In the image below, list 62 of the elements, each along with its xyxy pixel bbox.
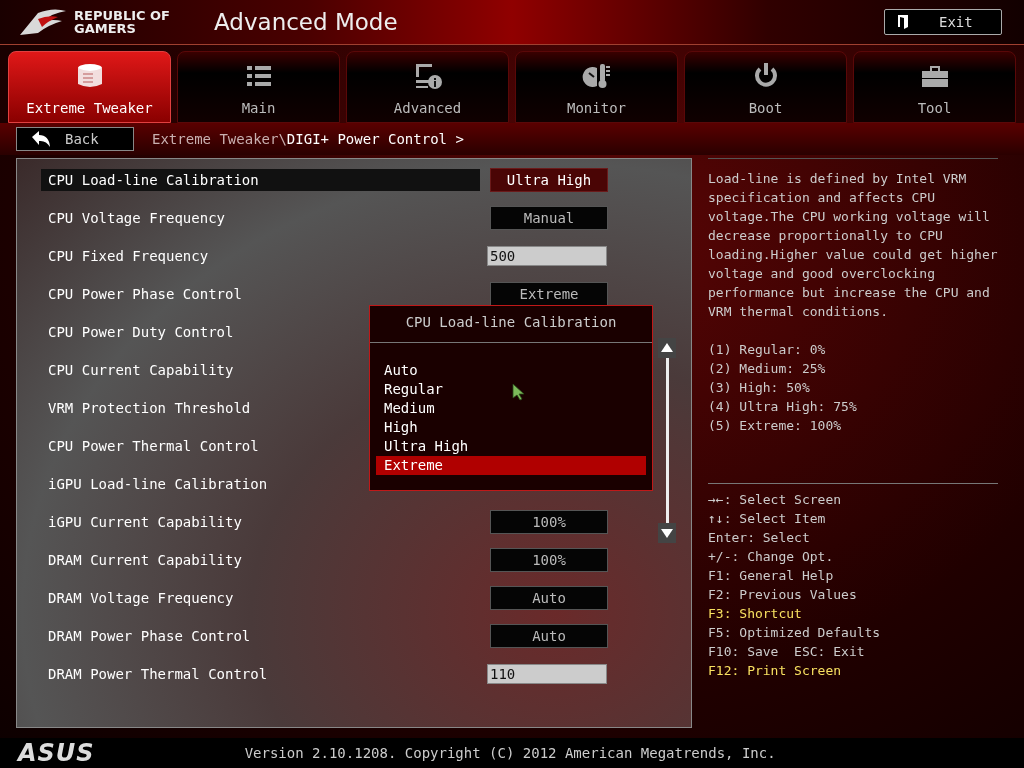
exit-button[interactable]: Exit [884, 9, 1002, 35]
tab[interactable]: Boot [684, 51, 847, 123]
setting-label[interactable]: iGPU Current Capability [41, 511, 480, 533]
input-field[interactable]: 500 [487, 246, 607, 266]
key-hint: +/-: Change Opt. [708, 548, 835, 566]
option-value[interactable]: 100% [490, 510, 608, 534]
setting-label[interactable]: DRAM Power Thermal Control [41, 663, 480, 685]
option-value[interactable]: Auto [490, 586, 608, 610]
version-text: Version 2.10.1208. Copyright (C) 2012 American Megatrends, Inc. [244, 745, 776, 761]
option-value[interactable]: Manual [490, 206, 608, 230]
key-hint: F10: Save ESC: Exit [708, 643, 866, 661]
option-item[interactable]: Ultra High [376, 437, 646, 456]
key-hint: F2: Previous Values [708, 586, 858, 604]
option-item[interactable]: Extreme [376, 456, 646, 475]
key-hint: F3: Shortcut [708, 605, 803, 623]
popup-title: CPU Load-line Calibration [370, 306, 652, 343]
help-text: (1) Regular: 0% [708, 341, 827, 359]
help-text: (5) Extreme: 100% [708, 417, 843, 435]
breadcrumb-parent[interactable]: Extreme Tweaker\ [152, 131, 287, 147]
option-value[interactable]: Extreme [490, 282, 608, 306]
tab[interactable]: Extreme Tweaker [8, 51, 171, 123]
setting-label[interactable]: DRAM Power Phase Control [41, 625, 480, 647]
tab[interactable]: Monitor [515, 51, 678, 123]
window-title: Advanced Mode [214, 9, 399, 35]
key-hint: ↑↓: Select Item [708, 510, 827, 528]
input-field[interactable]: 110 [487, 664, 607, 684]
door-icon [897, 14, 909, 30]
key-hint: Enter: Select [708, 529, 811, 547]
logo-text: GAMERS [74, 22, 137, 35]
option-value[interactable]: Auto [490, 624, 608, 648]
setting-label[interactable]: CPU Fixed Frequency [41, 245, 480, 267]
tab[interactable]: Main [177, 51, 340, 123]
setting-label[interactable]: CPU Load-line Calibration [41, 169, 480, 191]
help-text: (2) Medium: 25% [708, 360, 827, 378]
setting-label[interactable]: CPU Voltage Frequency [41, 207, 480, 229]
key-hint: F1: General Help [708, 567, 835, 585]
key-hint: F12: Print Screen [708, 662, 843, 680]
option-value[interactable]: Ultra High [490, 168, 608, 192]
scroll-up-icon [658, 338, 676, 358]
setting-label[interactable]: DRAM Current Capability [41, 549, 480, 571]
tab[interactable]: Tool [853, 51, 1016, 123]
help-text: Load-line is defined by Intel VRM specification and affects CPU voltage.The CPU working voltage will decrease proportionally to CPU loading.Higher value could get higher voltage and good overclocking performance but increase the CPU and VRM thermal conditions. [708, 170, 998, 321]
tab[interactable]: Advanced [346, 51, 509, 123]
scrollbar[interactable] [658, 338, 676, 543]
mouse-pointer-icon [512, 383, 524, 401]
option-item[interactable]: High [376, 418, 646, 437]
key-hint: →←: Select Screen [708, 491, 843, 509]
help-text: (4) Ultra High: 75% [708, 398, 858, 416]
key-hint: F5: Optimized Defaults [708, 624, 882, 642]
option-value[interactable]: 100% [490, 548, 608, 572]
back-arrow-icon [31, 131, 51, 147]
brand-logo: ASUS [18, 739, 95, 767]
back-button[interactable]: Back [16, 127, 134, 151]
help-text: (3) High: 50% [708, 379, 811, 397]
option-item[interactable]: Regular [376, 380, 646, 399]
option-item[interactable]: Medium [376, 399, 646, 418]
option-item[interactable]: Auto [376, 361, 646, 380]
setting-label[interactable]: CPU Power Phase Control [41, 283, 480, 305]
scroll-down-icon [658, 523, 676, 543]
breadcrumb-current: DIGI+ Power Control > [286, 131, 464, 147]
logo-text: REPUBLIC OF [74, 9, 170, 22]
setting-label[interactable]: DRAM Voltage Frequency [41, 587, 480, 609]
